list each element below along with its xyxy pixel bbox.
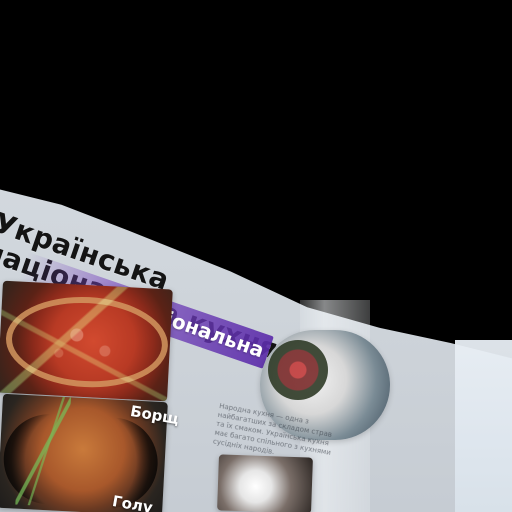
photo-small-dish: [217, 454, 313, 512]
photo-borsch: [0, 280, 173, 402]
window-background: [455, 340, 512, 512]
borsch-garnish: [0, 280, 173, 402]
herbs: [15, 394, 72, 508]
scene: Українська національна кухня національна…: [0, 0, 512, 512]
round-inner-dish: [268, 340, 328, 400]
